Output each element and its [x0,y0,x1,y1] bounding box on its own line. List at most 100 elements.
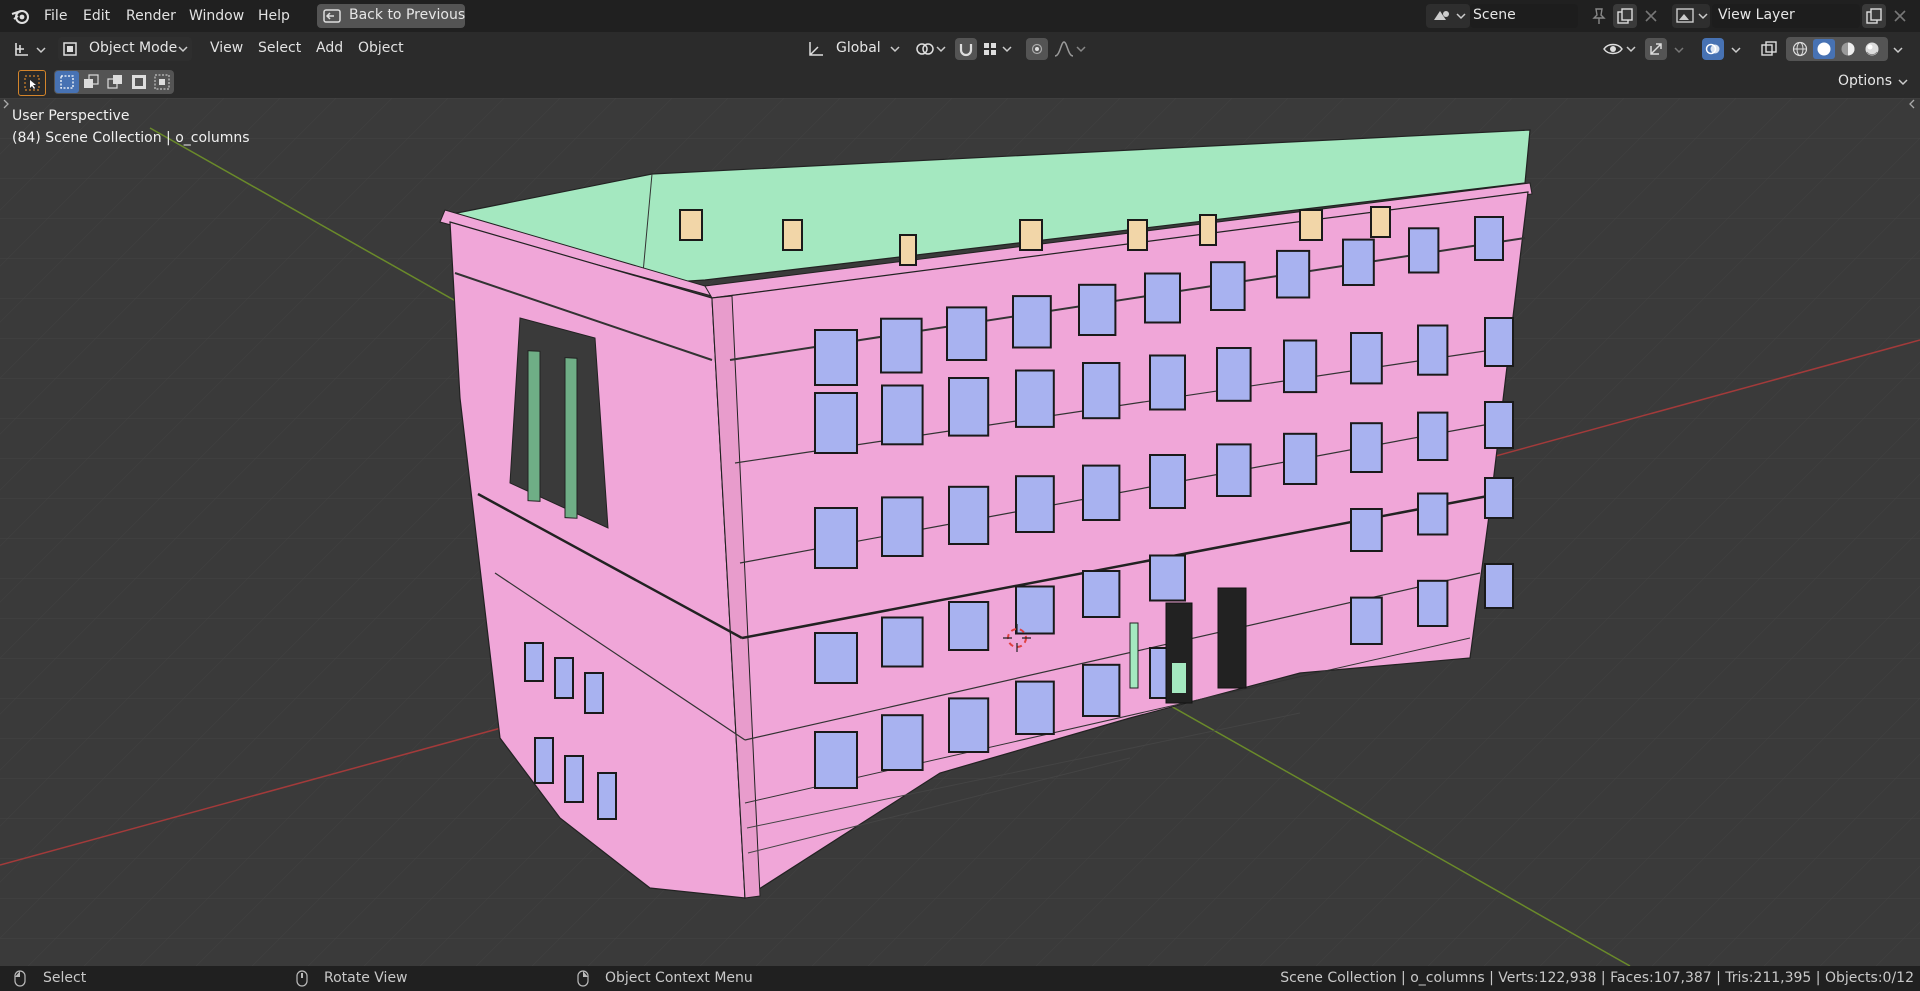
delete-icon[interactable] [1644,9,1658,23]
chevron-down-icon[interactable] [1893,47,1903,54]
scene-canvas[interactable] [0,98,1920,966]
menu-edit[interactable]: Edit [83,7,110,25]
delete-icon[interactable] [1893,9,1907,23]
scene-name: Scene [1473,7,1516,23]
new-view-layer-button[interactable] [1862,4,1886,28]
visibility-dropdown[interactable] [1600,37,1640,61]
window [814,329,858,386]
viewport-collection-label: (84) Scene Collection | o_columns [12,130,250,146]
view-layer-browse-button[interactable] [1672,4,1710,28]
rendered-shading-button[interactable] [1861,39,1883,59]
solid-shading-button[interactable] [1813,39,1835,59]
sidebar-expand-icon[interactable] [1908,98,1916,110]
window [1078,283,1117,337]
menu-object[interactable]: Object [358,39,404,57]
select-extend-button[interactable] [79,71,103,93]
select-invert-button[interactable] [127,71,151,93]
menu-window[interactable]: Window [189,7,244,25]
view-layer-field[interactable]: View Layer [1712,4,1860,28]
xray-toggle[interactable] [1758,38,1780,60]
xray-icon [1761,41,1777,56]
chevron-down-icon[interactable] [1731,47,1741,54]
falloff-dropdown[interactable] [1052,37,1090,61]
window [946,306,988,361]
window [1210,261,1246,311]
window [1484,563,1514,609]
chevron-down-icon [178,46,188,53]
active-tool-button[interactable] [18,70,46,96]
window [1149,554,1186,602]
select-intersect-button[interactable] [151,71,173,93]
scene-name-field[interactable]: Scene [1470,4,1578,28]
tool-settings-bar: Options [0,66,1920,98]
material-shading-button[interactable] [1837,39,1859,59]
pivot-point-dropdown[interactable] [912,37,948,61]
back-to-previous-button[interactable]: Back to Previous [317,4,465,28]
proportional-icon [1031,43,1043,55]
select-subtract-button[interactable] [103,71,127,93]
window [1015,585,1055,635]
options-label: Options [1838,73,1893,89]
window [1082,464,1121,522]
object-mode-dropdown[interactable]: Object Mode [58,37,192,61]
menu-help[interactable]: Help [258,7,290,25]
new-scene-button[interactable] [1613,4,1637,28]
chevron-down-icon [1898,79,1908,86]
status-rotate-view: Rotate View [324,970,408,986]
window [948,377,990,437]
menu-add[interactable]: Add [316,39,343,57]
menu-view[interactable]: View [210,39,243,57]
select-new-button[interactable] [55,71,79,93]
chimney [1199,214,1217,246]
window [597,772,617,820]
3d-viewport[interactable]: User Perspective (84) Scene Collection |… [0,98,1920,966]
window [1283,339,1318,394]
snap-toggle[interactable] [955,38,977,60]
window [1216,443,1252,497]
window [814,632,858,684]
select-invert-icon [132,75,146,89]
window [1015,475,1055,534]
overlay-icon [1705,43,1720,55]
pin-icon[interactable] [1590,7,1608,25]
toolbar-expand-icon[interactable] [2,98,10,110]
chevron-down-icon [36,47,46,54]
gizmo-toggle[interactable] [1645,38,1667,60]
window [1082,663,1121,717]
snap-target-dropdown[interactable] [980,37,1016,61]
menu-select[interactable]: Select [258,39,301,57]
window [1408,227,1440,274]
chevron-down-icon [1456,13,1466,20]
new-layer-icon [1866,8,1882,24]
editor-type-button[interactable] [10,37,50,61]
window [524,642,544,682]
window [1149,354,1186,411]
chimney [1127,219,1148,251]
window [1484,477,1514,519]
select-extend-icon [84,74,99,88]
blender-logo-icon[interactable] [10,6,32,26]
menu-render[interactable]: Render [126,7,176,25]
back-icon [323,9,341,23]
transform-orientation-dropdown[interactable]: Global [804,37,904,61]
options-dropdown[interactable]: Options [1832,70,1914,94]
window [814,731,858,789]
chimney [899,234,917,266]
status-stats: Scene Collection | o_columns | Verts:122… [1280,970,1914,986]
chevron-down-icon[interactable] [1674,47,1684,54]
menu-file[interactable]: File [44,7,67,25]
chevron-down-icon [1626,46,1636,53]
window [534,737,554,784]
solid-shading-icon [1817,42,1831,56]
chimney [782,219,803,251]
wireframe-shading-button[interactable] [1789,39,1811,59]
window [1350,332,1383,385]
snap-icon [959,44,973,57]
new-scene-icon [1617,8,1633,24]
rendered-shading-icon [1865,42,1879,56]
overlay-toggle[interactable] [1702,38,1724,60]
window [1417,324,1449,376]
scene-browse-button[interactable] [1426,4,1470,28]
window [948,697,990,754]
proportional-editing-toggle[interactable] [1026,38,1048,60]
